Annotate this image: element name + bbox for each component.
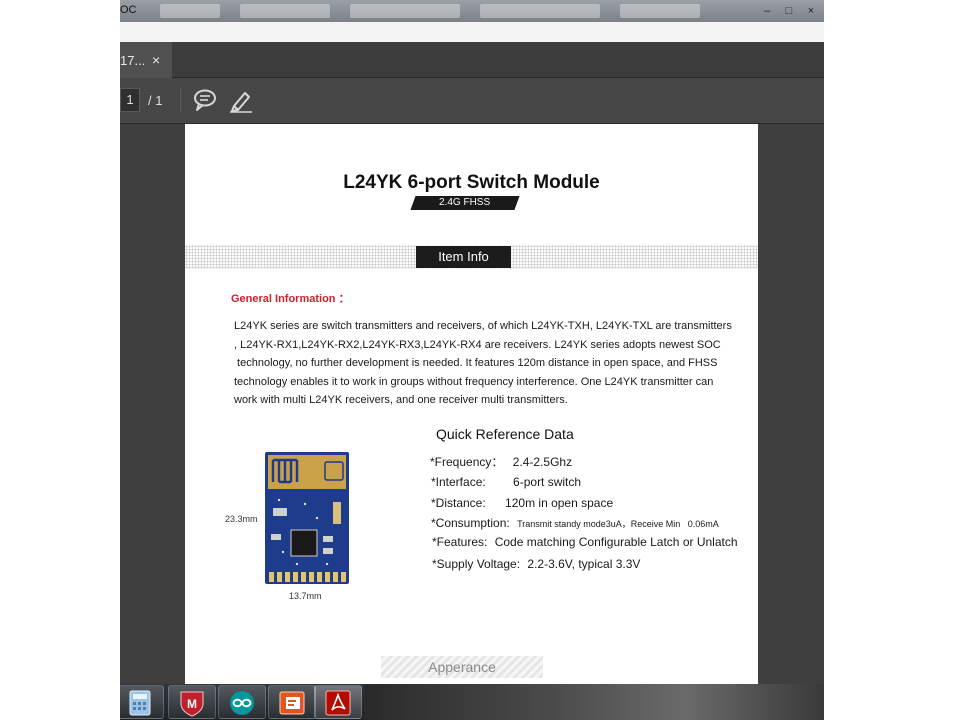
spec-value: 120m in open space: [505, 496, 614, 510]
calculator-icon: [129, 690, 151, 716]
spec-label: *Distance:: [431, 496, 486, 510]
window-title: OC: [120, 4, 137, 16]
presentation-icon: [279, 691, 305, 715]
spec-value: Code matching Configurable Latch or Unla…: [494, 535, 738, 549]
general-info-heading: General Information ：: [231, 293, 350, 305]
body-line: L24YK series are switch transmitters and…: [234, 320, 732, 332]
close-window-icon[interactable]: ×: [804, 5, 818, 17]
body-line: technology, no further development is ne…: [234, 357, 718, 369]
background-tab[interactable]: [160, 4, 220, 18]
spec-consumption: *Consumption: Transmit standy mode3uA，Re…: [431, 516, 719, 530]
tab-label: 17...: [120, 53, 146, 68]
spec-value: Transmit standy mode3uA，Receive Min 0.06…: [517, 519, 719, 529]
maximize-icon[interactable]: □: [782, 5, 796, 17]
highlight-pen-icon[interactable]: [228, 87, 254, 113]
svg-text:M: M: [187, 697, 197, 711]
taskbar-acrobat[interactable]: [314, 685, 362, 719]
spec-frequency: *Frequency： 2.4-2.5Ghz: [430, 453, 572, 470]
subtitle-text: 2.4G FHSS: [439, 197, 491, 208]
spec-label: *Frequency：: [430, 455, 504, 469]
dimension-height-label: 23.3mm: [225, 514, 258, 524]
background-tab[interactable]: [350, 4, 460, 18]
spec-distance: *Distance: 120m in open space: [431, 496, 613, 510]
page-number-input[interactable]: 1: [120, 88, 140, 112]
background-tab[interactable]: [620, 4, 700, 18]
window-title-bar: OC – □ ×: [120, 0, 824, 22]
general-info-body: L24YK series are switch transmitters and…: [234, 317, 749, 410]
app-screen: OC – □ × 17... × 1 / 1 L24YK 6-port Swit…: [120, 0, 824, 720]
taskbar-presentation[interactable]: [268, 685, 316, 719]
background-tab[interactable]: [240, 4, 330, 18]
spec-features: *Features: Code matching Configurable La…: [432, 535, 738, 549]
spec-label: *Supply Voltage:: [432, 557, 521, 571]
page-total-label: / 1: [148, 93, 163, 108]
module-photo: [265, 452, 349, 584]
toolbar-divider: [180, 88, 181, 112]
dimension-width-label: 13.7mm: [289, 591, 322, 601]
pdf-page: L24YK 6-port Switch Module 2.4G FHSS Ite…: [185, 124, 758, 684]
comment-icon[interactable]: [192, 88, 218, 112]
spec-value: 2.2-3.6V, typical 3.3V: [527, 557, 641, 571]
body-line: technology enables it to work in groups …: [234, 375, 714, 388]
tab-close-icon[interactable]: ×: [152, 52, 160, 68]
section-label: Item Info: [416, 246, 511, 268]
arduino-icon: [230, 691, 254, 715]
document-tab[interactable]: 17... ×: [120, 42, 172, 78]
spec-interface: *Interface: 6-port switch: [431, 475, 581, 489]
spec-supply-voltage: *Supply Voltage: 2.2-3.6V, typical 3.3V: [432, 557, 640, 571]
subtitle-badge: 2.4G FHSS: [410, 196, 520, 210]
acrobat-icon: [325, 690, 351, 716]
background-tab[interactable]: [480, 4, 600, 18]
taskbar-arduino[interactable]: [218, 685, 266, 719]
document-title: L24YK 6-port Switch Module: [343, 172, 600, 193]
mcafee-icon: M: [180, 691, 204, 717]
address-bar-area: [120, 22, 824, 42]
taskbar: M: [120, 684, 824, 720]
spec-value: 2.4-2.5Ghz: [512, 455, 573, 469]
quick-reference-heading: Quick Reference Data: [436, 426, 574, 442]
body-line: work with multi L24YK receivers, and one…: [234, 394, 568, 406]
minimize-icon[interactable]: –: [760, 5, 774, 17]
body-line: , L24YK-RX1,L24YK-RX2,L24YK-RX3,L24YK-RX…: [234, 338, 721, 351]
taskbar-calculator[interactable]: [120, 685, 164, 719]
desktop-wallpaper: [364, 684, 824, 720]
spec-value: 6-port switch: [513, 475, 582, 489]
spec-label: *Features:: [432, 535, 488, 549]
spec-label: *Consumption:: [431, 516, 510, 530]
document-tab-bar: 17... ×: [120, 42, 824, 78]
taskbar-mcafee[interactable]: M: [168, 685, 216, 719]
spec-label: *Interface:: [431, 475, 486, 489]
appearance-section-label: Apperance: [381, 656, 543, 678]
pdf-toolbar: 1 / 1: [120, 78, 824, 124]
document-viewport[interactable]: L24YK 6-port Switch Module 2.4G FHSS Ite…: [120, 124, 824, 684]
